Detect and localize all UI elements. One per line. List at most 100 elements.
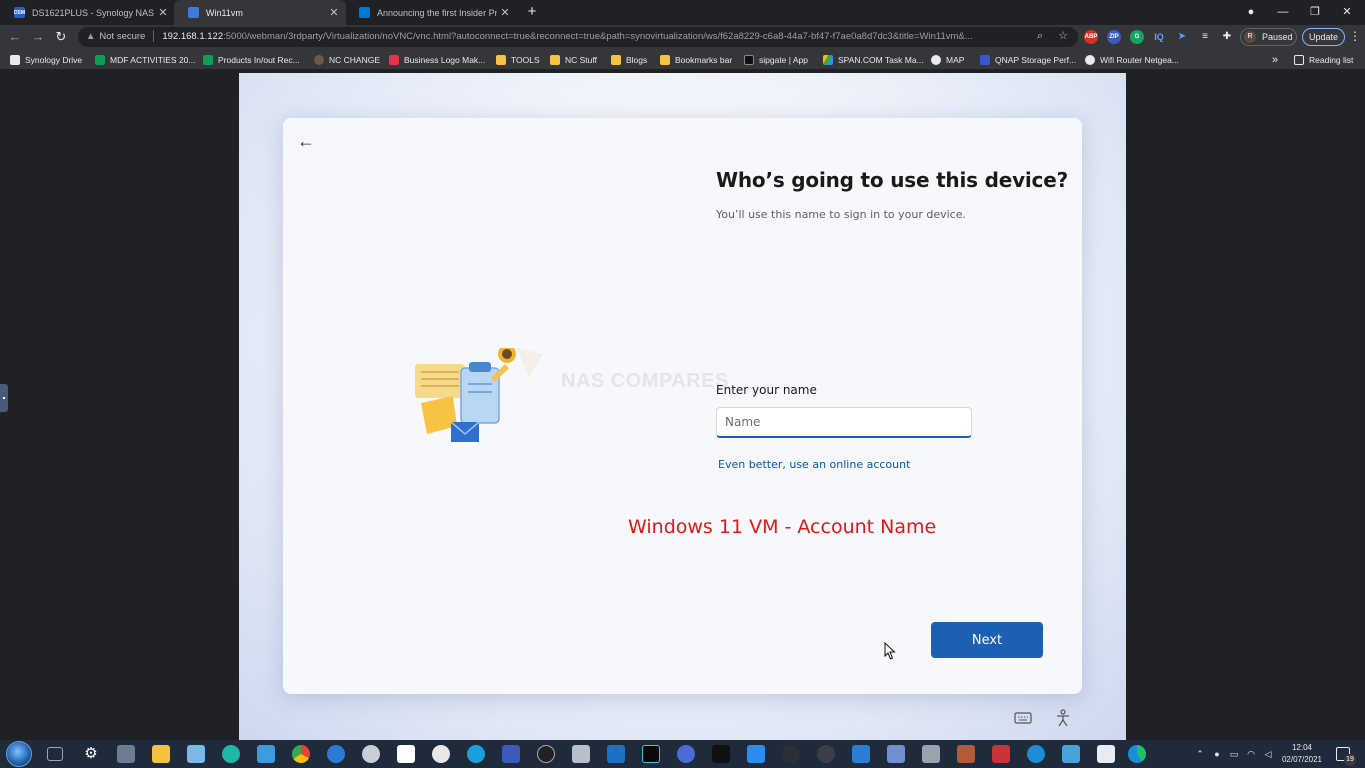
close-tab-icon[interactable]: ✕ [497,6,513,19]
archive-app-icon[interactable] [957,745,975,763]
next-button[interactable]: Next [931,622,1043,658]
vm-screen: ← Who’s going to use this device? You’ll… [239,73,1126,740]
graphics-app-icon[interactable] [502,745,520,763]
photos-icon[interactable] [887,745,905,763]
qnap-icon [980,54,990,65]
adblock-extension-icon[interactable]: ABP [1084,30,1098,44]
start-button[interactable] [6,741,32,767]
wifi-icon[interactable]: ◠ [1246,749,1256,759]
oobe-card: ← Who’s going to use this device? You’ll… [283,118,1082,694]
bookmark-span-task[interactable]: SPAN.COM Task Ma... [823,49,924,70]
bookmark-wifi-router[interactable]: Wifi Router Netgea... [1085,49,1179,70]
address-bar[interactable]: ▲ Not secure 192.168.1.122:5000/webman/3rd… [78,27,1078,47]
bookmark-nc-stuff[interactable]: NC Stuff [550,49,597,70]
bookmark-products-inout[interactable]: Products In/out Rec... [203,49,300,70]
task-view-icon[interactable] [47,747,63,761]
clock-app-icon[interactable] [432,745,450,763]
file-explorer-icon[interactable] [152,745,170,763]
battery-icon[interactable]: ▭ [1229,749,1239,759]
bookmark-tools[interactable]: TOOLS [496,49,540,70]
bookmark-nc-change[interactable]: NC CHANGE [314,49,380,70]
new-tab-button[interactable]: + [524,3,540,21]
extensions-puzzle-icon[interactable]: ✚ [1220,30,1234,44]
document-icon[interactable] [397,745,415,763]
bookmark-map[interactable]: MAP [931,49,964,70]
calculator-icon[interactable] [117,745,135,763]
accessibility-icon[interactable] [1055,709,1071,727]
malwarebytes-icon[interactable] [677,745,695,763]
update-button[interactable]: Update [1302,28,1345,46]
steam-icon[interactable] [817,745,835,763]
show-hidden-icons-icon[interactable]: ⌃ [1195,749,1205,759]
close-window-button[interactable]: ✕ [1332,2,1362,22]
send-extension-icon[interactable]: ➤ [1175,30,1189,44]
name-input[interactable] [716,407,972,438]
profile-button[interactable]: R Paused [1240,28,1297,46]
taskbar: ⚙ ⌃ ● ▭ ◠ ◁ 12:04 02/07/2021 19 [0,740,1365,768]
edge-icon[interactable] [1128,745,1146,763]
tab-win11vm[interactable]: Win11vm ✕ [174,0,346,25]
usb-drive-icon[interactable] [572,745,590,763]
extension-icon[interactable]: ZIP [1107,30,1121,44]
pdf-app-icon[interactable] [992,745,1010,763]
media-control-icon[interactable]: ≡ [1198,30,1212,44]
more-bookmarks-button[interactable]: » [1272,49,1278,70]
bookmark-qnap-storage[interactable]: QNAP Storage Perf... [980,49,1076,70]
tab-strip: DSM DS1621PLUS - Synology NAS ✕ Win11vm … [0,0,1365,25]
page-title: Who’s going to use this device? [716,168,1068,192]
warning-icon: ▲ [86,31,96,42]
volume-icon[interactable]: ◁ [1263,749,1273,759]
restore-button[interactable]: ❐ [1300,2,1330,22]
tool-app-icon[interactable] [922,745,940,763]
reading-list-button[interactable]: Reading list [1294,49,1353,70]
bookmark-bookmarks-bar[interactable]: Bookmarks bar [660,49,732,70]
vscode-icon[interactable] [607,745,625,763]
bookmark-business-logo[interactable]: Business Logo Mak... [389,49,485,70]
zoom-search-icon[interactable]: ⌕ [1031,27,1049,45]
window-app-icon[interactable] [852,745,870,763]
close-tab-icon[interactable]: ✕ [326,6,342,19]
sync-app-icon[interactable] [1027,745,1045,763]
bookmark-mdf-activities[interactable]: MDF ACTIVITIES 20... [95,49,196,70]
search-app-icon[interactable] [222,745,240,763]
clock[interactable]: 12:04 02/07/2021 [1278,742,1326,766]
grammarly-extension-icon[interactable]: G [1130,30,1144,44]
microphone-icon[interactable]: ● [1212,749,1222,759]
folder-icon [611,54,621,65]
forward-button[interactable]: → [28,27,48,47]
monitor-app-icon[interactable] [782,745,800,763]
epic-games-icon[interactable] [712,745,730,763]
settings-gear-icon[interactable]: ⚙ [82,745,100,763]
back-arrow-icon[interactable]: ← [295,130,317,152]
tab-search-icon[interactable]: ● [1236,2,1266,22]
iq-extension-icon[interactable]: IQ [1152,30,1166,44]
bookmark-synology-drive[interactable]: Synology Drive [10,49,82,70]
notes-icon[interactable] [187,745,205,763]
bookmark-sipgate[interactable]: sipgate | App [744,49,808,70]
terminal-icon[interactable] [642,745,660,763]
novnc-control-bar-handle[interactable] [0,384,8,412]
cloud-app-icon[interactable] [362,745,380,763]
close-tab-icon[interactable]: ✕ [155,6,171,19]
store-icon[interactable] [257,745,275,763]
bookmark-blogs[interactable]: Blogs [611,49,647,70]
reload-button[interactable]: ↻ [51,27,71,47]
chrome-icon[interactable] [286,740,316,768]
menu-kebab-icon[interactable]: ⋮ [1349,29,1361,43]
online-account-link[interactable]: Even better, use an online account [718,458,910,471]
bolt-app-icon[interactable] [747,745,765,763]
outlook-icon[interactable] [1097,745,1115,763]
tab-synology-nas[interactable]: DSM DS1621PLUS - Synology NAS ✕ [0,0,175,25]
keyboard-icon[interactable] [1014,711,1032,725]
network-app-icon[interactable] [1062,745,1080,763]
obs-icon[interactable] [537,745,555,763]
back-button[interactable]: ← [5,27,25,47]
tab-insider-preview[interactable]: Announcing the first Insider Prev ✕ [345,0,517,25]
bookmark-label: NC Stuff [565,54,597,65]
notification-count-badge: 19 [1344,754,1356,766]
bookmark-star-icon[interactable]: ☆ [1054,27,1072,45]
minimize-button[interactable]: — [1268,2,1298,22]
skype-icon[interactable] [467,745,485,763]
qfinder-icon[interactable] [327,745,345,763]
bookmark-label: Bookmarks bar [675,54,733,65]
